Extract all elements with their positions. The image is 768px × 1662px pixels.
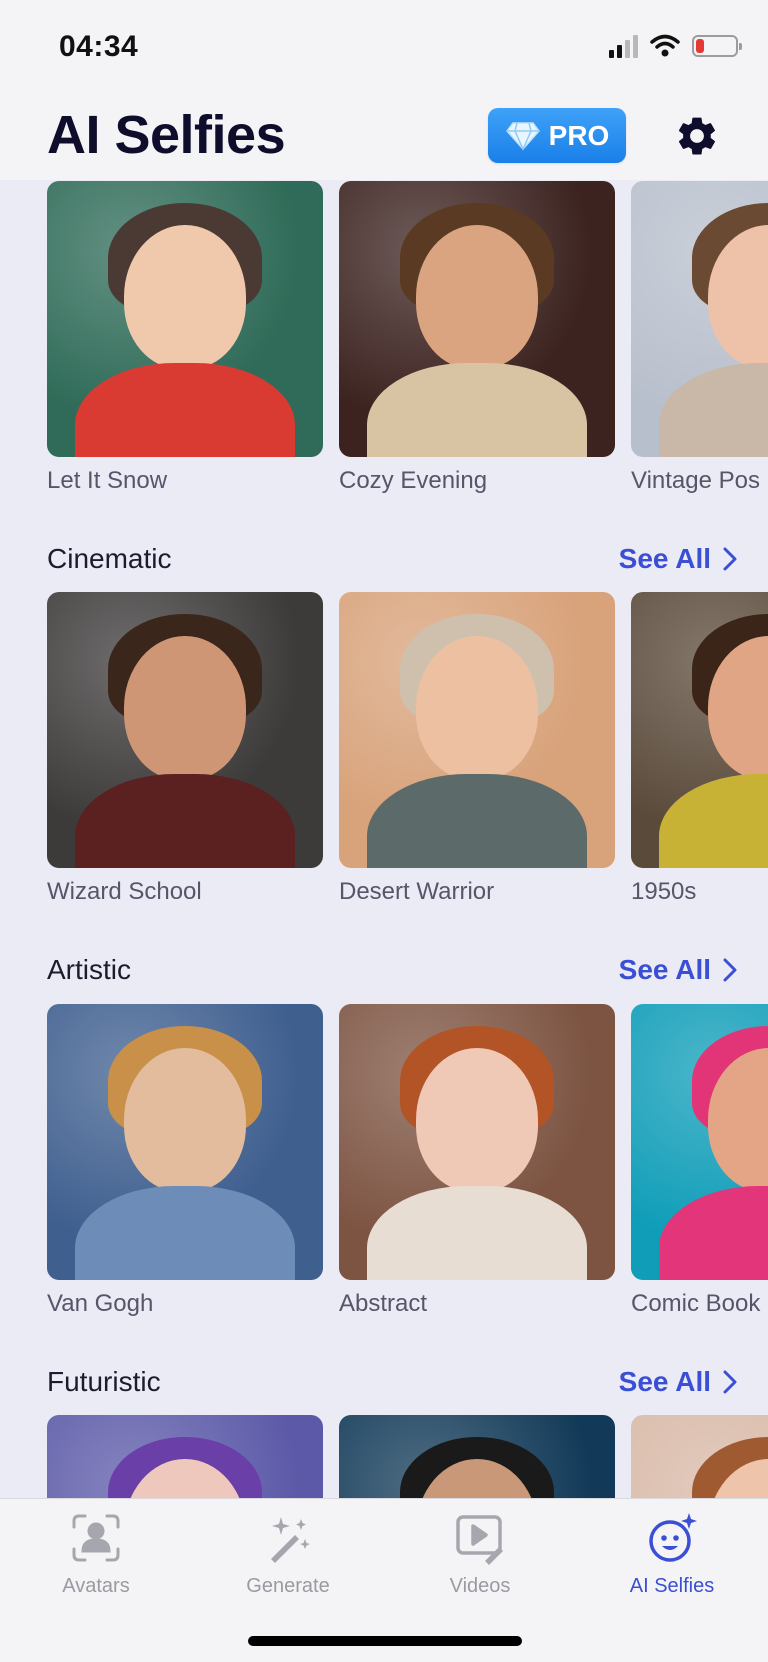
style-card[interactable]: [47, 1415, 323, 1498]
style-thumbnail: [47, 181, 323, 457]
style-card[interactable]: Desert Warrior: [339, 592, 615, 906]
style-label: Cozy Evening: [339, 467, 488, 494]
style-thumbnail: [47, 1415, 323, 1498]
style-card[interactable]: [631, 1415, 768, 1498]
style-label: Comic Book: [631, 1290, 761, 1317]
pro-upgrade-button[interactable]: PRO: [488, 108, 626, 163]
style-thumbnail: [631, 1415, 768, 1498]
section-title: Futuristic: [47, 1366, 161, 1397]
style-thumbnail: [339, 181, 615, 457]
tab-label: Generate: [246, 1575, 330, 1597]
status-icons: [609, 34, 742, 58]
see-all-button[interactable]: See All: [619, 543, 737, 575]
futuristic-carousel[interactable]: [47, 1415, 768, 1498]
video-edit-icon: [456, 1515, 503, 1565]
style-card[interactable]: Cozy Evening: [339, 181, 615, 495]
style-card[interactable]: Let It Snow: [47, 181, 323, 495]
style-thumbnail: [339, 1415, 615, 1498]
home-indicator: [248, 1636, 522, 1646]
style-label: Desert Warrior: [339, 878, 495, 905]
style-thumbnail: [47, 1004, 323, 1280]
chevron-right-icon: [723, 547, 737, 571]
chevron-right-icon: [723, 958, 737, 982]
section-header-cinematic: Cinematic See All: [47, 541, 737, 577]
style-card[interactable]: [339, 1415, 615, 1498]
tab-label: Videos: [449, 1575, 511, 1597]
style-card[interactable]: Abstract: [339, 1004, 615, 1318]
cellular-signal-icon: [609, 34, 638, 58]
battery-icon: [692, 35, 742, 57]
header-bar: 04:34 AI Selfies PRO: [0, 0, 768, 180]
chevron-right-icon: [723, 1370, 737, 1394]
style-card[interactable]: 1950s: [631, 592, 768, 906]
style-thumbnail: [339, 1004, 615, 1280]
top-carousel[interactable]: Let It Snow Cozy Evening Vintage Pos: [47, 181, 768, 495]
status-time: 04:34: [59, 30, 139, 63]
section-title: Cinematic: [47, 543, 172, 574]
see-all-button[interactable]: See All: [619, 1366, 737, 1398]
page-title: AI Selfies: [47, 105, 286, 165]
style-thumbnail: [47, 592, 323, 868]
artistic-carousel[interactable]: Van Gogh Abstract Comic Book: [47, 1004, 768, 1318]
style-label: Abstract: [339, 1290, 428, 1317]
see-all-label: See All: [618, 954, 711, 985]
see-all-label: See All: [618, 543, 711, 574]
tab-generate[interactable]: Generate: [213, 1511, 363, 1598]
style-thumbnail: [631, 1004, 768, 1280]
section-header-futuristic: Futuristic See All: [47, 1364, 737, 1400]
scroll-content[interactable]: Let It Snow Cozy Evening Vintage Pos Cin…: [0, 0, 768, 1498]
style-label: Van Gogh: [47, 1290, 154, 1317]
style-thumbnail: [339, 592, 615, 868]
section-header-artistic: Artistic See All: [47, 952, 737, 988]
style-thumbnail: [631, 181, 768, 457]
section-title: Artistic: [47, 954, 131, 985]
style-label: 1950s: [631, 878, 697, 905]
cinematic-carousel[interactable]: Wizard School Desert Warrior 1950s: [47, 592, 768, 906]
style-card[interactable]: Comic Book: [631, 1004, 768, 1318]
style-card[interactable]: Van Gogh: [47, 1004, 323, 1318]
style-label: Vintage Pos: [631, 467, 760, 494]
wifi-icon: [650, 34, 680, 57]
diamond-icon: [505, 121, 540, 151]
style-thumbnail: [631, 592, 768, 868]
magic-wand-icon: [271, 1517, 310, 1563]
gear-icon[interactable]: [674, 113, 720, 159]
tab-ai-selfies[interactable]: AI Selfies: [597, 1511, 747, 1598]
tab-label: AI Selfies: [629, 1575, 715, 1597]
see-all-label: See All: [618, 1366, 711, 1397]
avatar-scan-icon: [72, 1514, 120, 1562]
style-label: Wizard School: [47, 878, 202, 905]
style-label: Let It Snow: [47, 467, 168, 494]
pro-label: PRO: [548, 119, 610, 151]
sparkle-face-icon: [649, 1513, 697, 1562]
tab-videos[interactable]: Videos: [405, 1511, 555, 1598]
tab-avatars[interactable]: Avatars: [21, 1511, 171, 1598]
style-card[interactable]: Wizard School: [47, 592, 323, 906]
tab-label: Avatars: [62, 1575, 130, 1597]
style-card[interactable]: Vintage Pos: [631, 181, 768, 495]
see-all-button[interactable]: See All: [619, 954, 737, 986]
